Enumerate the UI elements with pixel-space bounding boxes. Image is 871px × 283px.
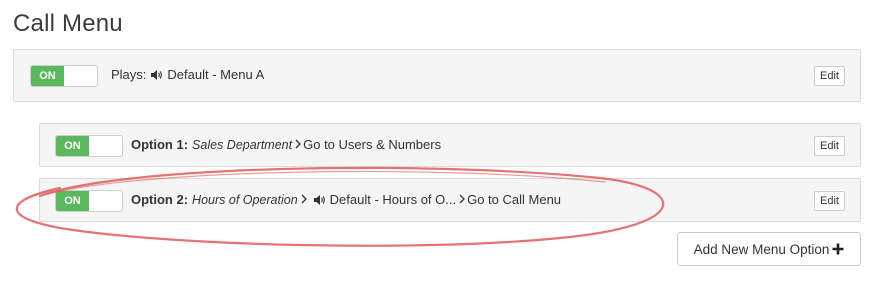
option-2-description: Option 2: Hours of Operation Default - H… (131, 192, 561, 207)
toggle-on-label: ON (56, 136, 89, 156)
option-2-label: Option 2: (131, 192, 189, 207)
chevron-right-icon (301, 193, 307, 207)
page-title: Call Menu (13, 10, 123, 37)
add-menu-option-label: Add New Menu Option (693, 241, 830, 257)
option-1-edit-button[interactable]: Edit (814, 136, 845, 156)
add-menu-option-button[interactable]: Add New Menu Option (677, 232, 861, 266)
option-2-action: Go to Call Menu (467, 192, 562, 207)
greeting-description: Plays: Default - Menu A (111, 67, 264, 82)
toggle-on-label: ON (31, 66, 64, 86)
option-1-label: Option 1: (131, 137, 189, 152)
option-1-name: Sales Department (192, 137, 293, 152)
option-1-action: Go to Users & Numbers (303, 137, 442, 152)
chevron-right-icon (295, 138, 302, 152)
option-2-edit-button[interactable]: Edit (814, 191, 845, 211)
plus-icon (832, 241, 844, 258)
plays-label: Plays: (111, 67, 147, 82)
chevron-right-icon (459, 193, 466, 207)
greeting-edit-button[interactable]: Edit (814, 66, 845, 86)
menu-option-row-1: ON Option 1: Sales Department Go to User… (39, 123, 861, 167)
option-2-audio-name[interactable]: Default - Hours of O... (330, 192, 456, 207)
option-2-toggle[interactable]: ON (55, 190, 123, 212)
greeting-toggle[interactable]: ON (30, 65, 98, 87)
option-1-toggle[interactable]: ON (55, 135, 123, 157)
speaker-icon (313, 194, 326, 206)
greeting-audio-name[interactable]: Default - Menu A (167, 67, 264, 82)
greeting-row: ON Plays: Default - Menu A Edit (13, 49, 861, 102)
option-2-name: Hours of Operation (192, 192, 298, 207)
toggle-on-label: ON (56, 191, 89, 211)
menu-option-row-2: ON Option 2: Hours of Operation Default … (39, 178, 861, 222)
speaker-icon (150, 69, 163, 81)
option-1-description: Option 1: Sales Department Go to Users &… (131, 137, 441, 152)
